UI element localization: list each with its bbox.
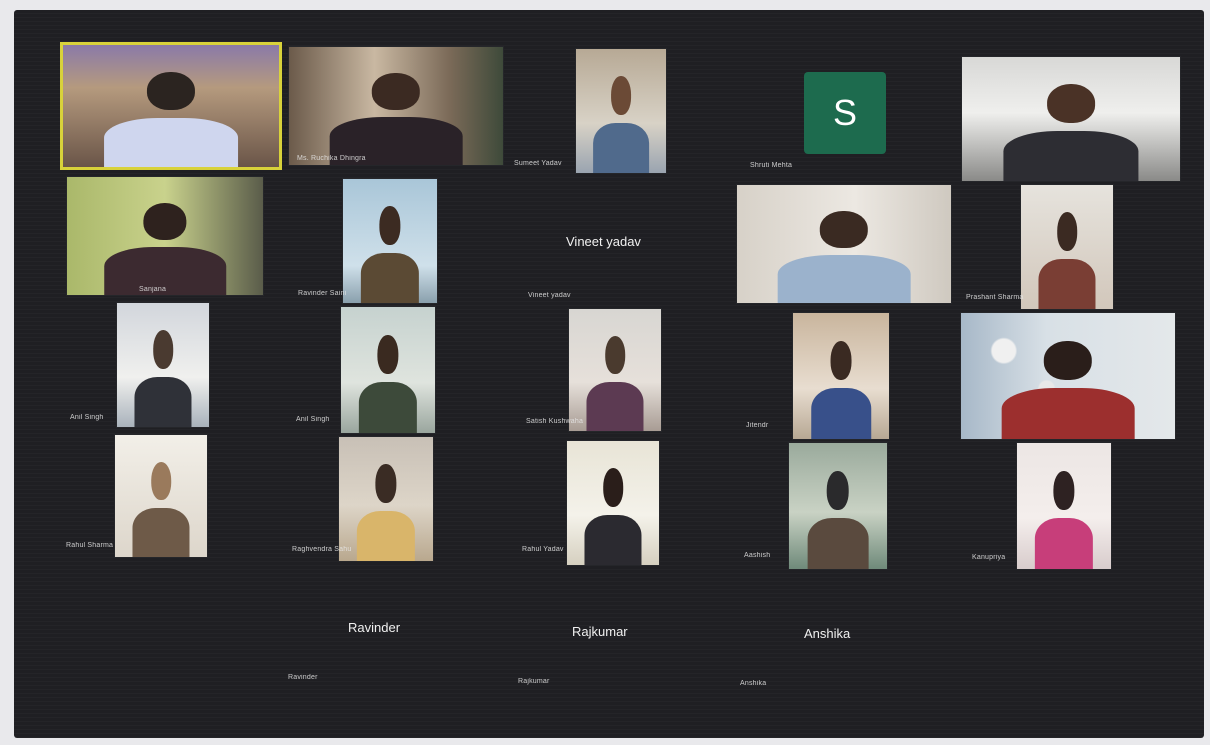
- participant-name: Jitendr: [746, 422, 769, 429]
- participant-tile-p14[interactable]: [792, 312, 890, 440]
- participant-name: Ms. Ruchika Dhingra: [297, 155, 366, 162]
- participant-tile-p11[interactable]: [116, 302, 210, 428]
- participant-tile-p20[interactable]: [1016, 442, 1112, 570]
- participant-name: Rahul Yadav: [522, 546, 564, 553]
- participant-tile-p7[interactable]: [342, 178, 438, 304]
- participant-tile-p17[interactable]: [338, 436, 434, 562]
- participant-center-name: Anshika: [804, 626, 851, 641]
- participant-tile-p1[interactable]: [60, 42, 282, 170]
- participant-name: Ravinder Saini: [298, 290, 347, 297]
- participant-video: [134, 330, 192, 427]
- participant-video: [132, 461, 190, 557]
- participant-video: [1001, 340, 1135, 439]
- participant-video: [584, 468, 642, 565]
- meeting-gallery-view: Ms. Ruchika Dhingra Sumeet Yadav S Shrut…: [14, 10, 1204, 738]
- participant-tile-p6[interactable]: Sanjana: [66, 176, 264, 296]
- participant-video: [356, 464, 416, 561]
- participant-video: [593, 76, 649, 173]
- participant-tile-p15[interactable]: [960, 312, 1176, 440]
- participant-name: Prashant Sharma: [966, 294, 1024, 301]
- participant-name: Vineet yadav: [528, 292, 571, 299]
- participant-tile-p18[interactable]: [566, 440, 660, 566]
- participant-avatar-initial: S: [804, 72, 886, 154]
- participant-tile-p19[interactable]: [788, 442, 888, 570]
- participant-name: Kanupriya: [972, 554, 1006, 561]
- participant-video: [1038, 212, 1096, 309]
- participant-name: Rajkumar: [518, 678, 550, 685]
- participant-tile-p5[interactable]: [961, 56, 1181, 182]
- participant-center-name: Ravinder: [348, 620, 401, 635]
- participant-name: Anil Singh: [70, 414, 104, 421]
- participant-tile-p3[interactable]: [575, 48, 667, 174]
- participant-video: [811, 340, 871, 439]
- participant-video: [104, 202, 226, 295]
- participant-name: Sanjana: [139, 286, 167, 293]
- participant-video: [358, 334, 418, 433]
- participant-name: Rahul Sharma: [66, 542, 114, 549]
- participant-name: Raghvendra Sahu: [292, 546, 352, 553]
- participant-name: Anshika: [740, 680, 767, 687]
- participant-tile-p2[interactable]: Ms. Ruchika Dhingra: [288, 46, 504, 166]
- participant-video: [807, 470, 869, 569]
- participant-name: Anil Singh: [296, 416, 330, 423]
- participant-tile-p13[interactable]: [568, 308, 662, 432]
- participant-tile-p10[interactable]: [1020, 184, 1114, 310]
- participant-video: [586, 335, 644, 431]
- participant-video: [104, 71, 238, 167]
- participant-tile-p9[interactable]: [736, 184, 952, 304]
- participant-video: [1003, 84, 1139, 181]
- participant-name: Aashish: [744, 552, 771, 559]
- participant-video: [329, 72, 463, 165]
- participant-tile-p12[interactable]: [340, 306, 436, 434]
- participant-name: Sumeet Yadav: [514, 160, 562, 167]
- participant-center-name: Rajkumar: [572, 624, 628, 639]
- participant-video: [1034, 470, 1094, 569]
- participant-name: Ravinder: [288, 674, 318, 681]
- participant-center-name: Vineet yadav: [566, 234, 641, 249]
- participant-name: Satish Kushwaha: [526, 418, 584, 425]
- participant-tile-p16[interactable]: [114, 434, 208, 558]
- participant-name: Shruti Mehta: [750, 162, 793, 169]
- participant-video: [360, 206, 420, 303]
- participant-video: [777, 210, 911, 303]
